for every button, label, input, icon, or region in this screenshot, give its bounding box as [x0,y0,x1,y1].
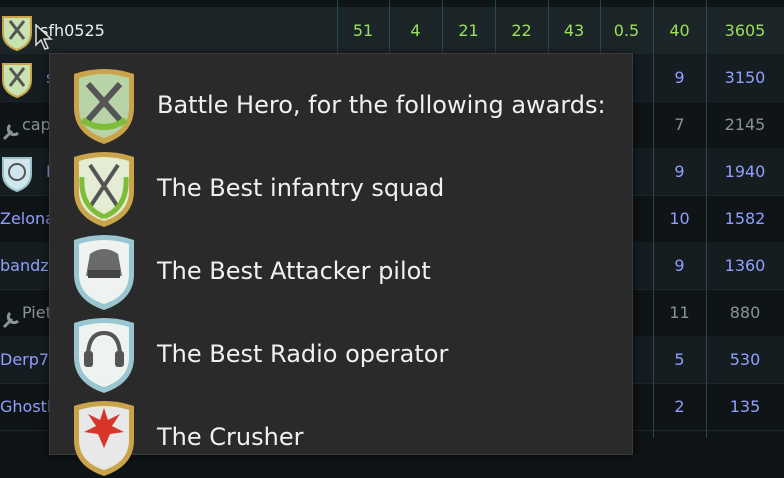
stat-cell: 22 [511,21,532,40]
score-cell: 880 [729,303,761,322]
stat-cell: 51 [352,21,374,40]
stat-cell: 9 [674,162,685,181]
score-cell: 1360 [724,256,766,275]
stat-cell: 11 [669,303,690,322]
award-label: The Crusher [157,423,304,451]
crossed-rifles-badge-icon [74,152,134,227]
crossed-swords-badge-icon [2,16,32,51]
pilot-helmet-badge-icon [74,235,134,310]
explosion-badge-icon [74,401,134,476]
player-name: Zelona [0,209,55,228]
table-row-current-player[interactable]: sfh0525 51 4 21 22 43 0.5 40 3605 [0,7,784,55]
stat-cell: 43 [563,21,585,40]
headphones-badge-icon [74,318,134,393]
stat-cell: 7 [674,115,685,134]
stat-cell: 40 [669,21,690,40]
wrench-icon [2,311,20,329]
score-cell: 3605 [724,21,766,40]
award-label: The Best Attacker pilot [157,257,431,285]
award-item: The Crusher [70,396,630,478]
crossed-swords-badge-icon [2,63,32,98]
award-item: The Best infantry squad [70,147,630,229]
award-item: Battle Hero, for the following awards: [70,64,630,146]
score-cell: 135 [729,397,761,416]
score-cell: 2145 [724,115,766,134]
crossed-swords-badge-icon [74,69,134,144]
player-name: Piet [22,303,52,322]
stat-cell: 9 [674,256,685,275]
award-label: The Best Radio operator [157,340,449,368]
stat-cell: 4 [410,21,421,40]
stat-cell: 2 [674,397,685,416]
score-cell: 530 [729,350,761,369]
award-label: The Best infantry squad [157,174,445,202]
crosshair-badge-icon [2,157,32,192]
stat-cell: 0.5 [613,21,640,40]
player-name: Ghostl [0,397,52,416]
column-divider [653,0,654,438]
player-name: bandz [0,256,49,275]
player-name: cap [22,115,51,134]
column-divider [706,0,707,438]
stat-cell: 21 [458,21,479,40]
wrench-icon [2,123,20,141]
stat-cell: 5 [674,350,685,369]
awards-tooltip: Battle Hero, for the following awards: T… [49,53,633,476]
award-label: Battle Hero, for the following awards: [157,91,606,119]
mouse-cursor-icon [35,24,53,50]
score-cell: 3150 [724,68,766,87]
score-cell: 1940 [724,162,766,181]
award-item: The Best Attacker pilot [70,230,630,312]
stat-cell: 10 [669,209,690,228]
award-item: The Best Radio operator [70,313,630,395]
score-cell: 1582 [724,209,766,228]
stat-cell: 9 [674,68,685,87]
